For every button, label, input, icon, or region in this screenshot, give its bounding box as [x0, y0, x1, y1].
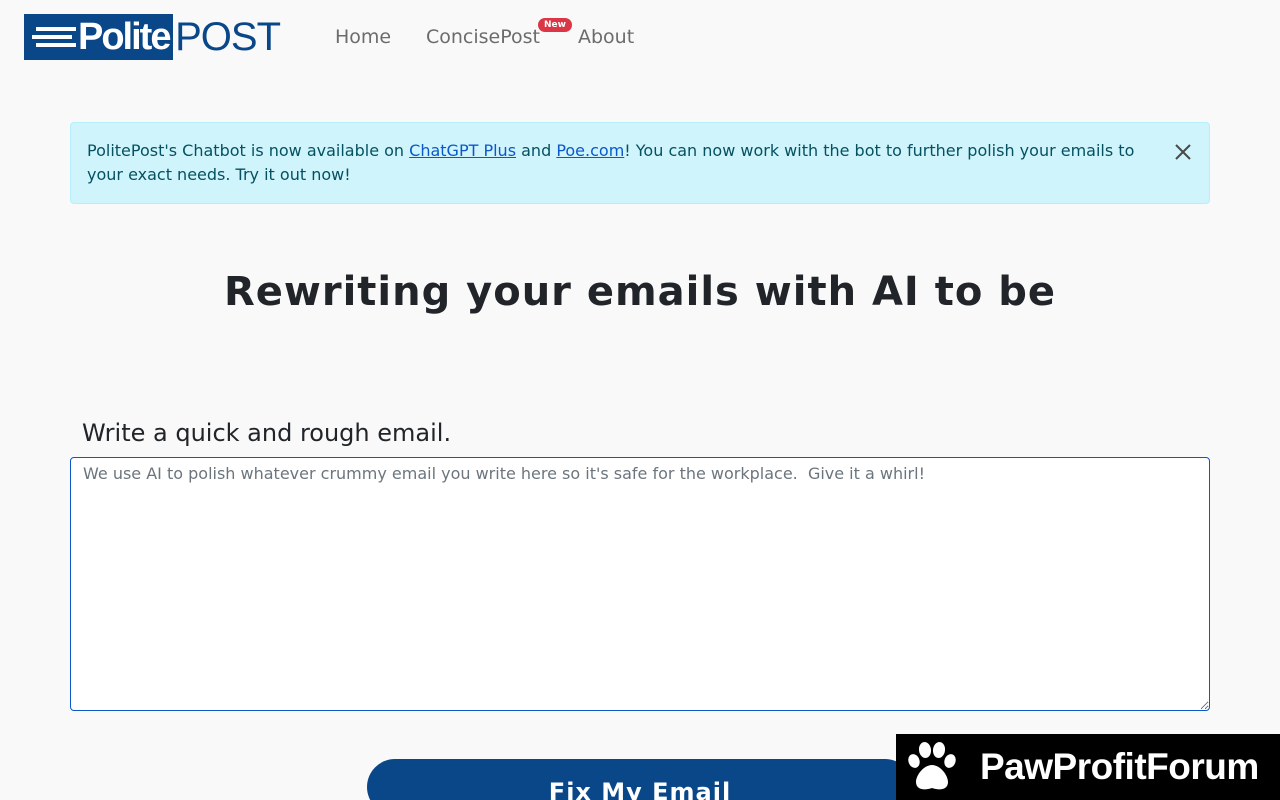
- close-icon[interactable]: [1173, 142, 1193, 162]
- chatbot-alert: PolitePost's Chatbot is now available on…: [70, 122, 1210, 204]
- watermark-text: PawProfitForum: [980, 746, 1259, 787]
- email-input[interactable]: [70, 457, 1210, 711]
- brand-logo[interactable]: Polite POST: [24, 14, 281, 60]
- nav-item-about[interactable]: About: [578, 24, 634, 50]
- logo-text-polite: Polite: [78, 16, 171, 58]
- fix-my-email-button[interactable]: Fix My Email: [367, 759, 913, 800]
- new-badge: New: [538, 18, 572, 32]
- alert-text-middle: and: [516, 141, 557, 160]
- nav-item-home[interactable]: Home: [335, 24, 391, 50]
- chatgpt-plus-link[interactable]: ChatGPT Plus: [409, 141, 516, 160]
- logo-lines-icon: [32, 22, 76, 52]
- navbar: Polite POST Home ConcisePost New About: [0, 0, 1280, 76]
- email-input-label: Write a quick and rough email.: [82, 419, 452, 447]
- watermark-banner: PawProfitForum: [896, 734, 1280, 800]
- logo-text-post: POST: [175, 15, 281, 59]
- page-headline: Rewriting your emails with AI to be: [223, 269, 1057, 315]
- logo-mark: Polite: [24, 14, 174, 60]
- paw-icon: [908, 742, 956, 790]
- alert-text-before: PolitePost's Chatbot is now available on: [87, 141, 410, 160]
- nav-item-conciseppost[interactable]: ConcisePost: [426, 24, 540, 50]
- poe-link[interactable]: Poe.com: [556, 141, 624, 160]
